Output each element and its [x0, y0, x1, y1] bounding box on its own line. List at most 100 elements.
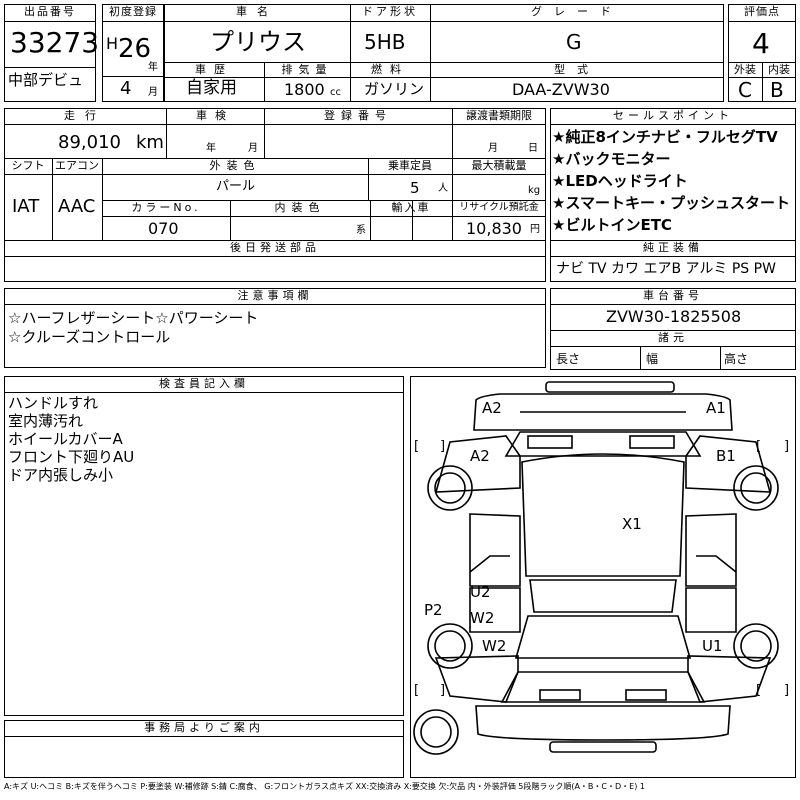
- damage-mark-u2: U2: [470, 583, 491, 601]
- grade-label: グレード: [531, 5, 623, 18]
- bracket-left-top-close: ]: [440, 439, 446, 454]
- bracket-left-bottom-close: ]: [440, 683, 446, 698]
- recycle-deposit-label: リサイクル預託金: [459, 202, 539, 213]
- capacity-unit: 人: [438, 183, 448, 194]
- office-notice-label: 事務局よりご案内: [144, 721, 264, 734]
- door-type-label: ドア形状: [362, 5, 418, 18]
- fuel-label: 燃料: [371, 63, 409, 76]
- height-label: 高さ: [724, 352, 749, 366]
- month-unit: 月: [148, 87, 158, 98]
- interior-grade: B: [770, 78, 784, 102]
- chassis-number: ZVW30-1825508: [606, 307, 742, 326]
- note-line-1: ☆ハーフレザーシート☆パワーシート: [8, 309, 259, 327]
- interior-color-label: 内装色: [274, 201, 326, 214]
- max-load-label: 最大積載量: [471, 159, 527, 172]
- damage-legend: A:キズ U:ヘコミ B:キズを伴うヘコミ P:要塗装 W:補修跡 S:錆 C:…: [4, 782, 645, 791]
- inspection-label: 車検: [196, 109, 234, 122]
- mileage-unit: km: [136, 132, 164, 153]
- max-load-unit: kg: [528, 185, 541, 196]
- history: 自家用: [186, 78, 237, 98]
- specifications-label: 諸元: [658, 331, 688, 344]
- exterior-grade-label: 外装: [734, 63, 756, 76]
- first-registration-label: 初度登録: [109, 5, 157, 18]
- exterior-color-label: 外装色: [209, 159, 261, 172]
- score: 4: [752, 27, 770, 60]
- inspector-notes-label: 検査員記入欄: [159, 377, 249, 390]
- transfer-deadline-label: 譲渡書類期限: [466, 109, 532, 122]
- bracket-right-top-open: [: [756, 439, 762, 454]
- grade: G: [566, 30, 582, 54]
- bracket-left-bottom: [: [414, 683, 420, 698]
- color-number-label: カラーNo.: [131, 201, 201, 214]
- debut-label: 中部デビュ: [8, 71, 84, 89]
- shift: IAT: [12, 196, 40, 217]
- registration-number-label: 登録番号: [324, 109, 392, 122]
- damage-mark-w2-door: W2: [470, 609, 495, 627]
- model-code: DAA-ZVW30: [512, 80, 610, 99]
- inspector-line-1: ハンドルすれ: [8, 394, 99, 412]
- shift-label: シフト: [11, 159, 45, 172]
- aircon: AAC: [58, 196, 96, 217]
- inspector-line-3: ホイールカバーA: [8, 430, 123, 448]
- chassis-number-label: 車台番号: [643, 289, 703, 302]
- fuel: ガソリン: [364, 80, 425, 98]
- lot-number-label: 出品番号: [24, 5, 76, 18]
- mileage-label: 走行: [64, 109, 106, 122]
- displacement-unit: cc: [330, 87, 341, 98]
- mileage: 89,010: [58, 132, 121, 153]
- car-name: プリウス: [210, 28, 306, 56]
- sales-point-3: ★LEDヘッドライト: [552, 172, 688, 190]
- car-name-label: 車名: [236, 5, 278, 18]
- interior-color-unit: 系: [356, 225, 366, 236]
- score-label: 評価点: [744, 5, 780, 18]
- sales-point-4: ★スマートキー・プッシュスタート: [552, 194, 790, 212]
- bracket-right-top-close: ]: [784, 439, 790, 454]
- transfer-day-unit: 日: [528, 143, 538, 154]
- inspector-line-4: フロント下廻りAU: [8, 448, 135, 466]
- damage-mark-w2-front: W2: [482, 637, 507, 655]
- capacity-label: 乗車定員: [388, 159, 432, 172]
- inspection-month-unit: 月: [248, 143, 258, 154]
- note-line-2: ☆クルーズコントロール: [8, 328, 171, 346]
- notes-label: 注意事項欄: [237, 289, 313, 302]
- interior-grade-label: 内装: [768, 63, 790, 76]
- color-number: 070: [148, 219, 179, 238]
- inspection-year-unit: 年: [206, 143, 216, 154]
- width-label: 幅: [646, 352, 659, 366]
- model-code-label: 型式: [554, 63, 600, 76]
- history-label: 車歴: [195, 63, 233, 76]
- later-parts-label: 後日発送部品: [230, 241, 320, 254]
- sales-point-5: ★ビルトインETC: [552, 216, 672, 234]
- exterior-grade: C: [738, 78, 752, 102]
- aircon-label: エアコン: [55, 159, 99, 172]
- door-type: 5HB: [364, 30, 406, 54]
- damage-mark-b1-right: B1: [716, 447, 736, 465]
- damage-mark-p2: P2: [424, 601, 443, 619]
- sales-points-label: セールスポイント: [613, 109, 733, 122]
- damage-mark-a1-rear: A1: [706, 399, 726, 417]
- sales-point-2: ★バックモニター: [552, 150, 671, 168]
- damage-mark-u1: U1: [702, 637, 723, 655]
- bracket-left-top: [: [414, 439, 420, 454]
- sales-point-1: ★純正8インチナビ・フルセグTV: [552, 128, 778, 146]
- era: H: [106, 34, 119, 53]
- transfer-month-unit: 月: [488, 143, 498, 154]
- genuine-equipment: ナビ TV カワ エアB アルミ PS PW: [556, 261, 776, 277]
- import-label: 輸入車: [391, 201, 431, 214]
- damage-mark-a2-left: A2: [470, 447, 490, 465]
- damage-mark-x1-roof: X1: [622, 515, 642, 533]
- inspector-line-2: 室内薄汚れ: [8, 412, 84, 430]
- displacement: 1800: [284, 80, 325, 99]
- first-reg-month: 4: [120, 78, 132, 99]
- recycle-unit: 円: [530, 224, 540, 235]
- first-reg-year: 26: [118, 34, 152, 64]
- damage-mark-a2-rear: A2: [482, 399, 502, 417]
- inspector-line-5: ドア内張しみ小: [8, 466, 114, 484]
- car-diagram: [413, 381, 779, 755]
- capacity: 5: [410, 179, 420, 197]
- bracket-right-bottom-close: ]: [784, 683, 790, 698]
- bracket-right-bottom-open: [: [756, 683, 762, 698]
- year-unit: 年: [148, 62, 158, 73]
- displacement-label: 排気量: [281, 63, 333, 76]
- length-label: 長さ: [556, 352, 581, 366]
